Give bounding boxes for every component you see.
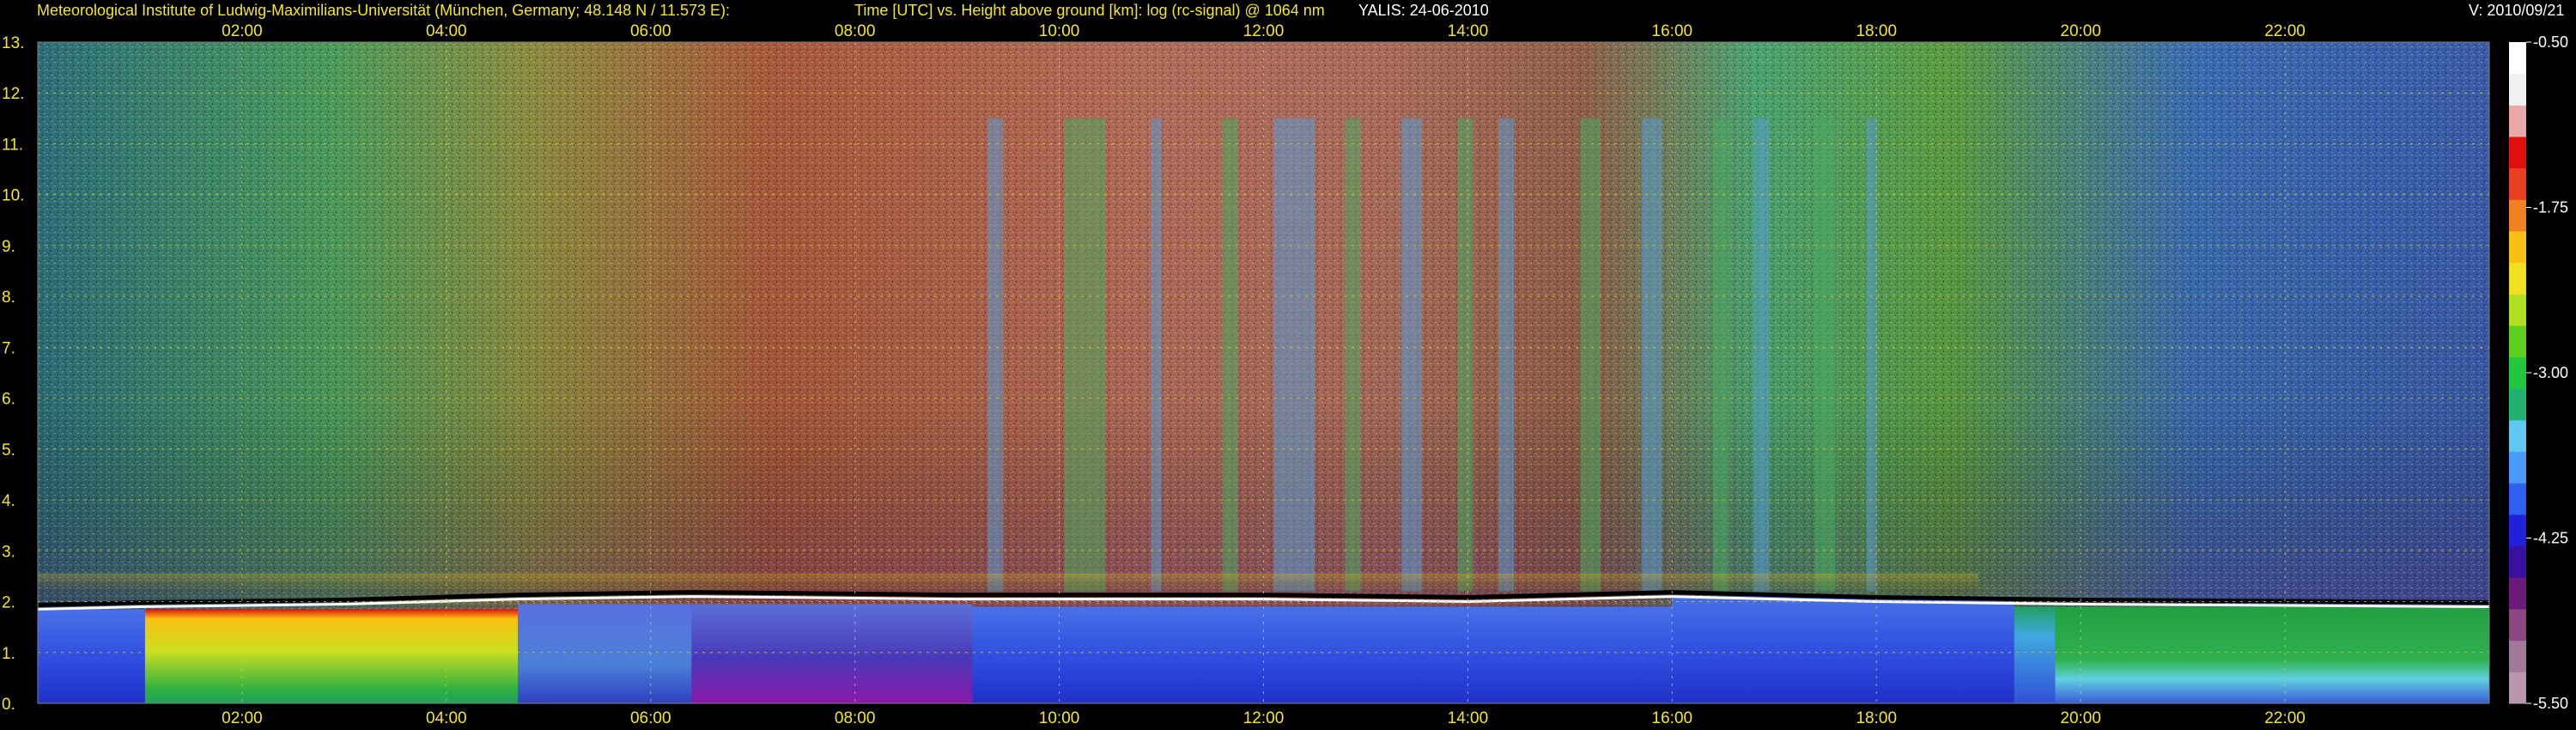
boundary-layer-segment <box>2014 606 2056 703</box>
y-axis: 0. 1. 2. 3. 4. 5. 6. 7. 8. 9. 10. 11. 12. 13. <box>2 34 24 714</box>
signal-field <box>38 42 2489 703</box>
x-tick-label-top: 04:00 <box>426 22 467 40</box>
x-tick-label-top: 18:00 <box>1856 22 1897 40</box>
cloud-streak <box>1641 118 1662 592</box>
cloud-streak <box>1151 118 1162 592</box>
x-axis-bottom: 02:00 04:00 06:00 08:00 10:00 12:00 14:00 16:00… <box>222 709 2306 727</box>
boundary-layer-segment <box>2055 606 2489 703</box>
cloud-streak <box>1498 118 1514 592</box>
boundary-layer-segment <box>144 609 519 703</box>
y-tick-label: 1. <box>2 645 15 663</box>
colorbar-segment <box>2509 451 2526 484</box>
x-tick-label-top: 12:00 <box>1243 22 1285 40</box>
colorbar-segment <box>2509 672 2526 704</box>
x-tick-label-bottom: 04:00 <box>426 709 467 727</box>
cloud-streak <box>1580 118 1601 592</box>
x-tick-label-top: 20:00 <box>2060 22 2101 40</box>
colorbar-segment <box>2509 325 2526 358</box>
cloud-streak <box>1753 118 1770 592</box>
cloud-streak <box>1814 118 1836 592</box>
cloud-streak <box>1712 118 1728 592</box>
cloud-streak <box>1345 118 1361 592</box>
y-tick-label: 10. <box>2 187 24 205</box>
colorbar-segment <box>2509 420 2526 453</box>
x-tick-label-top: 22:00 <box>2264 22 2306 40</box>
boundary-layer-segment <box>1672 596 2014 703</box>
boundary-layer-segment <box>691 604 973 703</box>
boundary-layer-segment <box>518 604 692 703</box>
colorbar-tick-label: -5.50 <box>2533 695 2568 712</box>
x-tick-label-top: 10:00 <box>1039 22 1080 40</box>
colorbar-segment <box>2509 609 2526 642</box>
boundary-layer-segment <box>38 609 145 703</box>
cloud-streak <box>1401 118 1422 592</box>
colorbar: -0.50 -1.75 -3.00 -4.25 -5.50 <box>2509 33 2568 712</box>
cloud-streak <box>1866 118 1877 592</box>
x-tick-label-bottom: 02:00 <box>222 709 263 727</box>
x-tick-label-top: 02:00 <box>222 22 263 40</box>
colorbar-segment <box>2509 231 2526 264</box>
colorbar-segment <box>2509 42 2526 75</box>
y-tick-label: 0. <box>2 696 15 714</box>
colorbar-tick-label: -4.25 <box>2533 530 2568 547</box>
y-tick-label: 9. <box>2 238 15 256</box>
y-tick-label: 13. <box>2 34 24 52</box>
cloud-streak <box>1273 118 1315 592</box>
colorbar-segment <box>2509 388 2526 421</box>
x-tick-label-bottom: 10:00 <box>1039 709 1080 727</box>
colorbar-segment <box>2509 262 2526 295</box>
x-tick-label-bottom: 18:00 <box>1856 709 1897 727</box>
lidar-heatmap-chart: 02:00 04:00 06:00 08:00 10:00 12:00 14:00 16:00… <box>2 22 2568 727</box>
colorbar-segment <box>2509 105 2526 137</box>
x-tick-label-top: 14:00 <box>1448 22 1489 40</box>
x-tick-label-bottom: 20:00 <box>2060 709 2101 727</box>
colorbar-segment <box>2509 483 2526 515</box>
x-tick-label-bottom: 14:00 <box>1448 709 1489 727</box>
colorbar-segment <box>2509 640 2526 672</box>
colorbar-segment <box>2509 137 2526 169</box>
x-tick-label-bottom: 16:00 <box>1652 709 1693 727</box>
x-tick-label-bottom: 06:00 <box>630 709 671 727</box>
x-tick-label-bottom: 12:00 <box>1243 709 1285 727</box>
colorbar-segment <box>2509 545 2526 578</box>
y-tick-label: 3. <box>2 543 15 561</box>
colorbar-segment <box>2509 294 2526 326</box>
x-tick-label-top: 16:00 <box>1652 22 1693 40</box>
y-tick-label: 12. <box>2 85 24 103</box>
cloud-streak <box>987 118 1004 592</box>
colorbar-tick-label: -0.50 <box>2533 33 2568 51</box>
y-tick-label: 8. <box>2 289 15 307</box>
colorbar-tick-label: -1.75 <box>2533 199 2568 216</box>
colorbar-segment <box>2509 167 2526 200</box>
boundary-layer-segment <box>972 606 1673 703</box>
x-tick-label-top: 06:00 <box>630 22 671 40</box>
x-axis-top: 02:00 04:00 06:00 08:00 10:00 12:00 14:00 16:00… <box>222 22 2306 40</box>
colorbar-tick-label: -3.00 <box>2533 364 2568 381</box>
x-tick-label-bottom: 22:00 <box>2264 709 2306 727</box>
y-tick-label: 5. <box>2 441 15 459</box>
y-tick-label: 6. <box>2 391 15 409</box>
x-tick-label-top: 08:00 <box>835 22 876 40</box>
y-tick-label: 11. <box>2 136 23 154</box>
colorbar-segment <box>2509 514 2526 547</box>
colorbar-segment <box>2509 356 2526 389</box>
cloud-streak <box>1222 118 1238 592</box>
cloud-streak <box>1457 118 1473 592</box>
cloud-streak <box>1064 118 1106 592</box>
y-tick-label: 4. <box>2 492 15 510</box>
colorbar-segment <box>2509 199 2526 232</box>
colorbar-segment <box>2509 577 2526 610</box>
x-tick-label-bottom: 08:00 <box>835 709 876 727</box>
colorbar-segment <box>2509 73 2526 106</box>
y-tick-label: 7. <box>2 339 15 357</box>
y-tick-label: 2. <box>2 594 15 612</box>
